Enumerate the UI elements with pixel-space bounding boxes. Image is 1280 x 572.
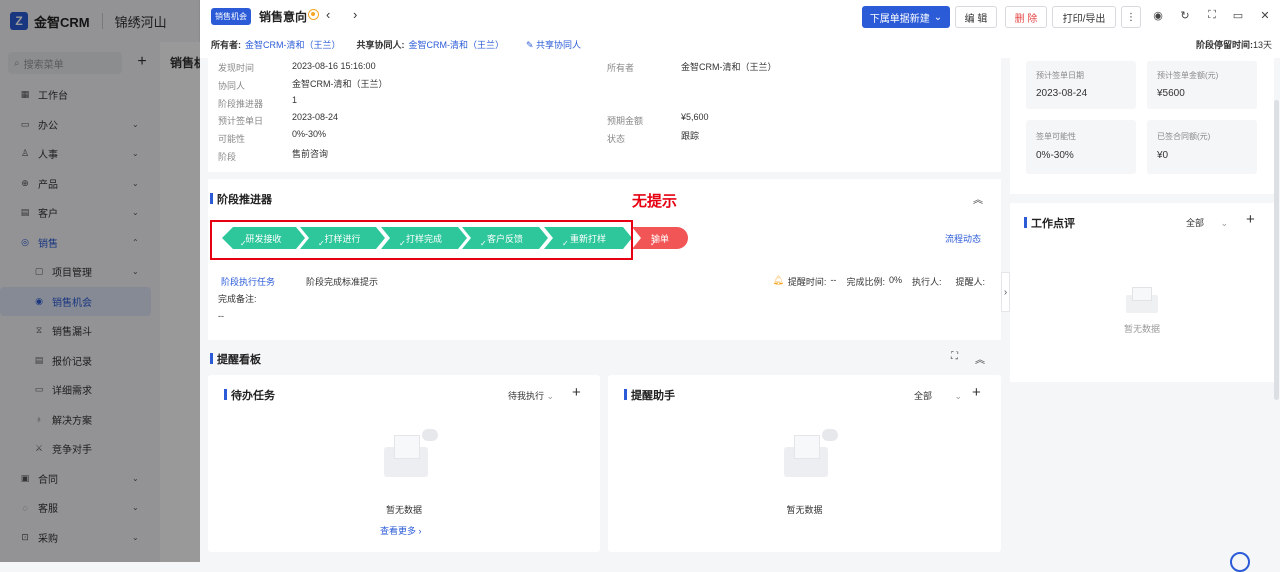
info-label: 预期金额 [607, 116, 644, 126]
bell-icon: 🔔︎ [772, 275, 784, 285]
tab-standard-tip[interactable]: 阶段完成标准提示 [306, 275, 378, 288]
drawer-header: 销售机会 销售意向 ‹ › 下属单据新建 ⌄ 编 辑 删 除 打印/导出 ⋮ ◉ … [200, 0, 1280, 58]
info-label: 可能性 [218, 134, 246, 144]
assistant-card: 提醒助手 全部 ⌄ + 暂无数据 [608, 375, 1001, 552]
info-label: 协同人 [218, 81, 246, 91]
assistant-filter-select[interactable]: 全部 ⌄ [914, 389, 962, 402]
help-icon[interactable] [1230, 552, 1250, 572]
collab-value[interactable]: 金智CRM-清和（王兰） [409, 38, 505, 51]
add-reminder-icon[interactable]: + [972, 384, 981, 401]
stat-tile: 预计签单日期 2023-08-24 [1026, 61, 1136, 109]
stat-tile: 签单可能性 0%-30% [1026, 120, 1136, 174]
detail-drawer: 销售机会 销售意向 ‹ › 下属单据新建 ⌄ 编 辑 删 除 打印/导出 ⋮ ◉ … [200, 0, 1280, 572]
review-filter-select[interactable]: 全部 ⌄ [1186, 216, 1228, 229]
info-value: 1 [292, 95, 298, 105]
owner-collab-line: 所有者: 金智CRM-清和（王兰） 共享协同人: 金智CRM-清和（王兰） ✎ … [211, 38, 581, 51]
assistant-empty-text: 暂无数据 [786, 505, 823, 515]
remark-label: 完成备注: [218, 294, 257, 304]
info-value: 2023-08-16 15:16:00 [292, 61, 376, 71]
new-sub-document-button[interactable]: 下属单据新建 ⌄ [862, 6, 950, 28]
todo-empty-text: 暂无数据 [385, 505, 422, 515]
todo-card: 待办任务 待我执行 ⌄ + 暂无数据 查看更多 › [208, 375, 600, 552]
refresh-icon[interactable]: ↻ [1178, 9, 1192, 22]
work-review-card: 工作点评 全部 ⌄ + 暂无数据 [1010, 203, 1274, 382]
stat-tile: 已签合同额(元) ¥0 [1147, 120, 1257, 174]
dock-icon[interactable]: ▭ [1231, 9, 1245, 22]
more-icon[interactable]: ⋮ [1121, 6, 1141, 28]
info-value: 金智CRM-清和（王兰） [681, 62, 777, 72]
empty-illustration-icon [780, 429, 838, 479]
chevron-down-icon: ⌄ [933, 11, 943, 23]
info-value: 跟踪 [681, 131, 700, 141]
info-label: 预计签单日 [218, 116, 264, 126]
collab-label: 共享协同人: [356, 40, 405, 50]
record-icon[interactable]: ◉ [1151, 9, 1165, 22]
chevron-down-icon: ⌄ [546, 391, 555, 401]
next-record-button[interactable]: › [353, 7, 357, 22]
basic-info-card: 发现时间 2023-08-16 15:16:00 协同人 金智CRM-清和（王兰… [208, 58, 1001, 172]
annotation-text: 无提示 [632, 192, 678, 210]
scrollbar-thumb[interactable] [1274, 100, 1279, 400]
empty-inbox-icon [1126, 287, 1158, 313]
info-label: 状态 [607, 134, 626, 144]
flow-dynamic-link[interactable]: 流程动态 [945, 232, 981, 245]
view-more-link[interactable]: 查看更多 › [380, 524, 422, 537]
summary-stats-card: 预计签单日期 2023-08-24 预计签单金额(元) ¥5600 签单可能性 … [1010, 58, 1274, 194]
delete-button[interactable]: 删 除 [1005, 6, 1047, 28]
record-type-tag: 销售机会 [211, 8, 251, 25]
review-title: 工作点评 [1024, 215, 1075, 231]
tab-stage-tasks[interactable]: 阶段执行任务 [221, 275, 275, 288]
info-value: 0%-30% [292, 129, 327, 139]
owner-value[interactable]: 金智CRM-清和（王兰） [245, 38, 341, 51]
reminder-board-title: 提醒看板 [210, 351, 261, 367]
assistant-title: 提醒助手 [624, 387, 675, 403]
add-task-icon[interactable]: + [572, 384, 581, 401]
collapse-icon[interactable]: ︽ [975, 351, 985, 366]
remark-value: -- [218, 311, 224, 321]
stage-stay-time: 阶段停留时间:13天 [1195, 40, 1272, 50]
owner-label: 所有者: [211, 40, 241, 50]
empty-illustration-icon [380, 429, 438, 479]
add-review-icon[interactable]: + [1246, 211, 1255, 228]
prev-record-button[interactable]: ‹ [326, 7, 330, 22]
todo-title: 待办任务 [224, 387, 275, 403]
info-label: 阶段推进器 [218, 99, 264, 109]
info-value: 售前咨询 [292, 149, 329, 159]
info-label: 所有者 [607, 63, 635, 73]
chevron-down-icon: ⌄ [954, 391, 963, 401]
info-value: 金智CRM-清和（王兰） [292, 79, 388, 89]
chevron-right-icon: › [418, 526, 422, 536]
share-collab-link[interactable]: ✎ 共享协同人 [526, 38, 581, 51]
info-label: 发现时间 [218, 63, 255, 73]
check-icon: ✓ [650, 239, 657, 248]
fullscreen-icon[interactable]: ⛶ [951, 351, 958, 362]
edit-button[interactable]: 编 辑 [955, 6, 997, 28]
stage-advancer-title: 阶段推进器 [210, 191, 272, 207]
close-icon[interactable]: ✕ [1258, 9, 1272, 22]
collapse-icon[interactable]: ︽ [973, 191, 983, 206]
stat-tile: 预计签单金额(元) ¥5600 [1147, 61, 1257, 109]
print-export-button[interactable]: 打印/导出 [1052, 6, 1116, 28]
task-meta: 🔔︎ 提醒时间: -- 完成比例: 0% 执行人: 提醒人: [772, 275, 985, 287]
follow-icon[interactable] [308, 9, 319, 20]
info-value: ¥5,600 [681, 112, 709, 122]
modal-overlay[interactable] [0, 0, 200, 562]
review-empty-text: 暂无数据 [1123, 324, 1160, 334]
record-title: 销售意向 [259, 10, 308, 24]
info-value: 2023-08-24 [292, 112, 339, 122]
info-label: 阶段 [218, 152, 237, 162]
annotation-box [210, 220, 633, 260]
fullscreen-icon[interactable]: ⛶ [1205, 9, 1219, 22]
todo-filter-select[interactable]: 待我执行 ⌄ [508, 389, 554, 402]
edit-icon: ✎ [526, 40, 537, 50]
chevron-down-icon: ⌄ [1220, 218, 1229, 228]
panel-toggle-handle[interactable]: › [1001, 272, 1010, 312]
